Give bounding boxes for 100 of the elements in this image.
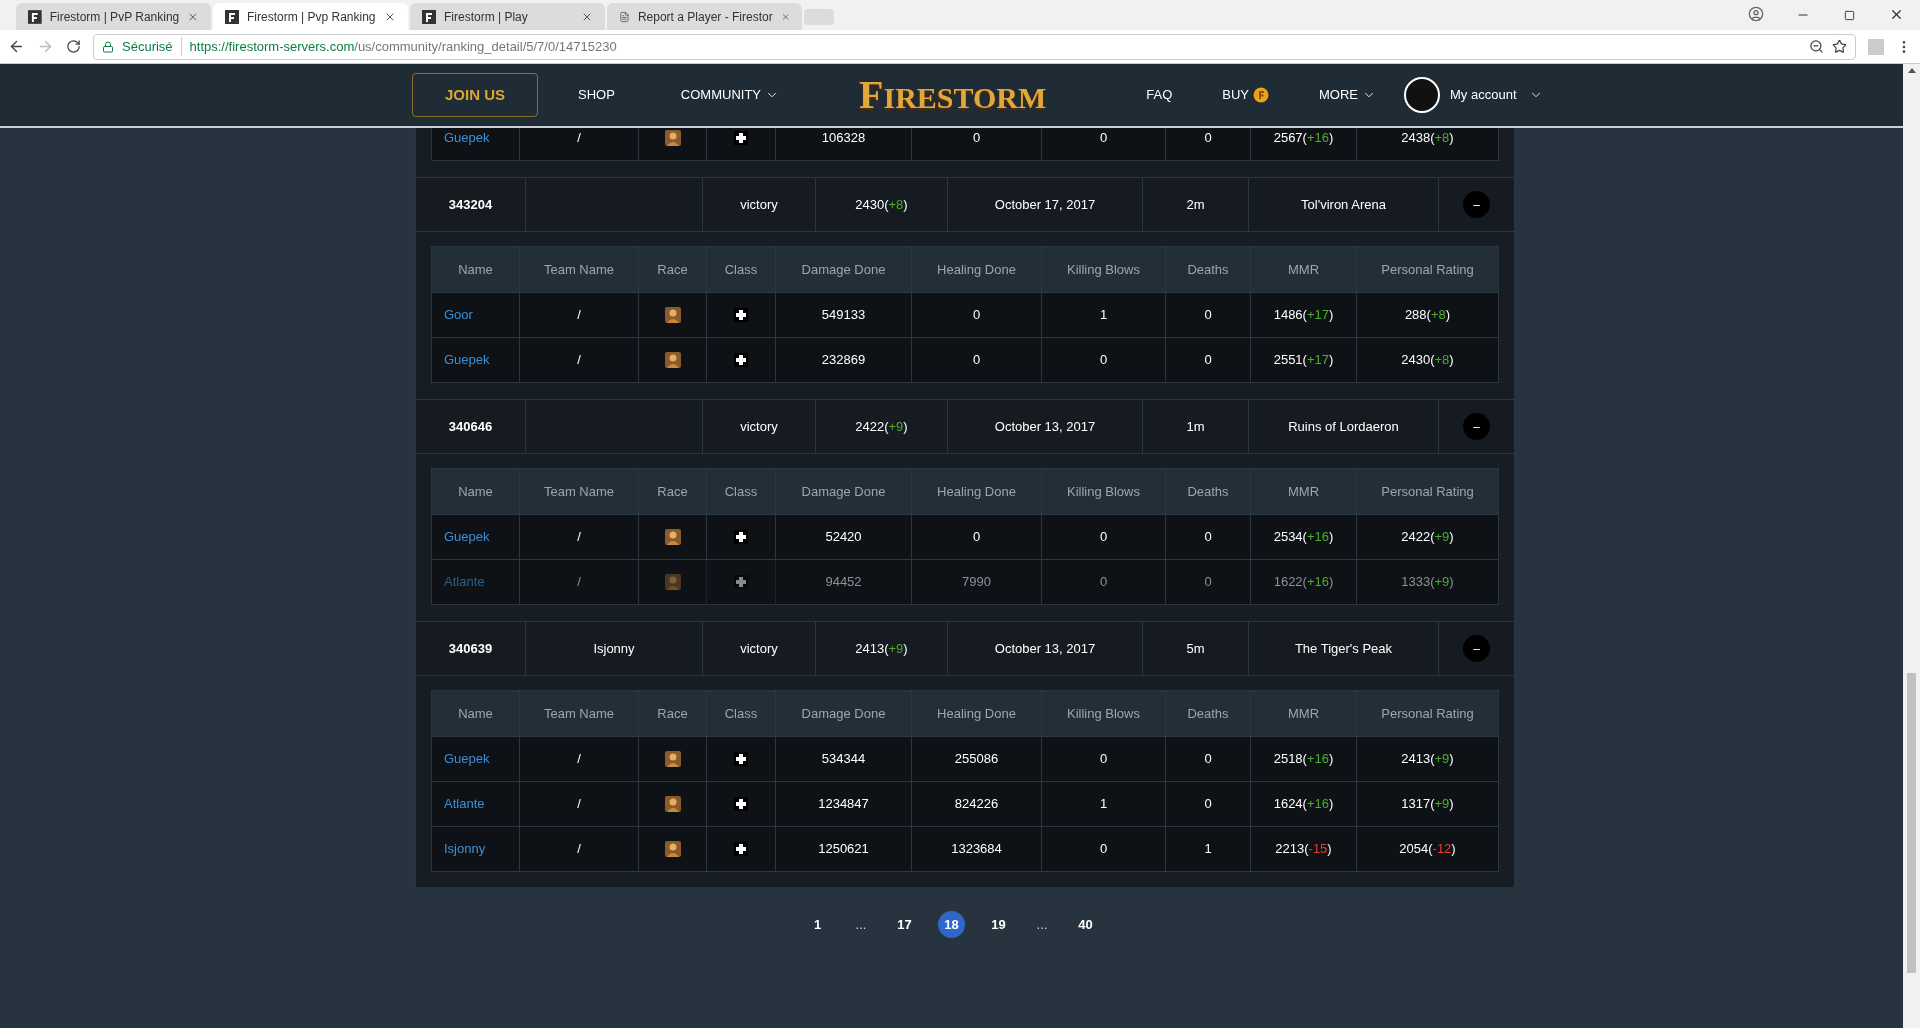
race-icon [664, 529, 681, 545]
class-icon [734, 575, 748, 589]
page-link[interactable]: 17 [891, 911, 918, 938]
player-link[interactable]: Guepek [444, 526, 490, 547]
column-header: Deaths [1187, 704, 1229, 723]
page-link[interactable]: 40 [1072, 911, 1099, 938]
healing-value: 7990 [962, 573, 991, 592]
column-header: Healing Done [937, 260, 1016, 279]
rating-value: 1622(+16) [1273, 573, 1334, 592]
avatar [1404, 77, 1441, 113]
rating-value: 2413(+9) [1401, 750, 1454, 769]
site-icon [28, 9, 42, 24]
scrollbar[interactable] [1903, 64, 1920, 1028]
race-icon [664, 751, 681, 767]
column-header: Name [458, 704, 493, 723]
team-name: / [577, 129, 581, 148]
column-header: Killing Blows [1067, 704, 1140, 723]
rating-value: 2422(+9) [1401, 528, 1454, 547]
match-duration: 2m [1186, 195, 1205, 214]
column-header: Damage Done [801, 704, 886, 723]
nav-link[interactable]: BUY [1222, 85, 1270, 105]
nav-link[interactable]: FAQ [1146, 85, 1173, 105]
site-icon [225, 9, 239, 24]
coin-icon [1253, 87, 1270, 103]
race-icon [664, 841, 681, 857]
team-name: / [577, 351, 581, 370]
team-name: / [577, 795, 581, 814]
match-result: victory [740, 639, 778, 658]
class-icon [734, 797, 748, 811]
kills-value: 0 [1099, 750, 1108, 769]
address-bar[interactable]: Sécurisé https://firestorm-servers.com/us/community/ranking_detail/5/7/0/14715230 [93, 33, 1856, 60]
match-result: victory [740, 195, 778, 214]
match-result: victory [740, 417, 778, 436]
player-link[interactable]: Guepek [444, 349, 490, 370]
kills-value: 0 [1099, 129, 1108, 148]
close-icon [187, 10, 199, 23]
collapse-button[interactable]: – [1463, 413, 1490, 440]
rating-value: 2422(+9) [855, 417, 908, 436]
player-link[interactable]: Guepek [444, 128, 490, 148]
class-icon [734, 842, 748, 856]
tab-title: Report a Player - Firestor [637, 8, 773, 26]
player-link[interactable]: Atlante [444, 793, 485, 814]
deaths-value: 0 [1204, 129, 1212, 148]
player-link[interactable]: Goor [444, 304, 473, 325]
bookmark-icon [1832, 39, 1847, 54]
column-header: Race [657, 260, 688, 279]
kills-value: 0 [1099, 840, 1108, 859]
page-icon [619, 9, 630, 24]
class-icon [734, 131, 748, 145]
rating-value: 1317(+9) [1401, 795, 1454, 814]
column-header: MMR [1287, 482, 1319, 501]
class-icon [734, 353, 748, 367]
match-duration: 5m [1186, 639, 1205, 658]
arena-name: Tol'viron Arena [1301, 195, 1386, 214]
column-header: Killing Blows [1067, 482, 1140, 501]
arena-name: Ruins of Lordaeron [1288, 417, 1399, 436]
match-date: October 17, 2017 [994, 195, 1096, 214]
nav-link[interactable]: COMMUNITY [680, 85, 779, 105]
page-gap: ... [1035, 915, 1049, 934]
column-header: Name [458, 260, 493, 279]
back-icon [8, 38, 25, 55]
column-header: Race [657, 704, 688, 723]
healing-value: 824226 [954, 795, 999, 814]
damage-value: 52420 [825, 528, 862, 547]
nav-link[interactable]: SHOP [578, 85, 615, 105]
rating-value: 2413(+9) [855, 639, 908, 658]
column-header: Deaths [1187, 482, 1229, 501]
class-icon [734, 752, 748, 766]
race-icon [664, 574, 681, 590]
damage-value: 549133 [821, 306, 866, 325]
deaths-value: 0 [1204, 528, 1212, 547]
nav-link[interactable]: MORE [1319, 85, 1377, 105]
team-name: Isjonny [593, 639, 635, 658]
restore-icon [1844, 10, 1855, 21]
browser-tab[interactable]: Firestorm | PvP Ranking [16, 3, 211, 30]
collapse-button[interactable]: – [1463, 191, 1490, 218]
page-link[interactable]: 19 [985, 911, 1012, 938]
column-header: MMR [1287, 704, 1319, 723]
arena-name: The Tiger's Peak [1294, 639, 1393, 658]
class-icon [734, 530, 748, 544]
url-text: https://firestorm-servers.com/us/community/ranking_detail/5/7/0/14715230 [189, 37, 617, 56]
tab-title: Firestorm | Pvp Ranking [247, 8, 376, 26]
browser-tab[interactable]: Firestorm | Pvp Ranking [213, 3, 408, 30]
page-link[interactable]: 18 [938, 911, 965, 938]
join-button[interactable]: JOIN US [412, 73, 538, 117]
account-menu[interactable]: My account [1450, 85, 1543, 105]
browser-tab[interactable]: Report a Player - Firestor [607, 3, 802, 30]
lock-icon [102, 40, 114, 53]
close-icon [1889, 7, 1904, 22]
player-link[interactable]: Isjonny [444, 838, 486, 859]
rating-value: 1333(+9) [1401, 573, 1454, 592]
page-link[interactable]: 1 [804, 911, 831, 938]
rating-value: 2518(+16) [1273, 750, 1334, 769]
forward-icon [37, 38, 54, 55]
browser-tab[interactable]: Firestorm | Play [410, 3, 605, 30]
rating-value: 2430(+8) [1401, 351, 1454, 370]
collapse-button[interactable]: – [1463, 635, 1490, 662]
column-header: Healing Done [937, 704, 1016, 723]
site-logo[interactable]: FIRESTORM [859, 65, 1047, 125]
player-link[interactable]: Guepek [444, 748, 490, 769]
